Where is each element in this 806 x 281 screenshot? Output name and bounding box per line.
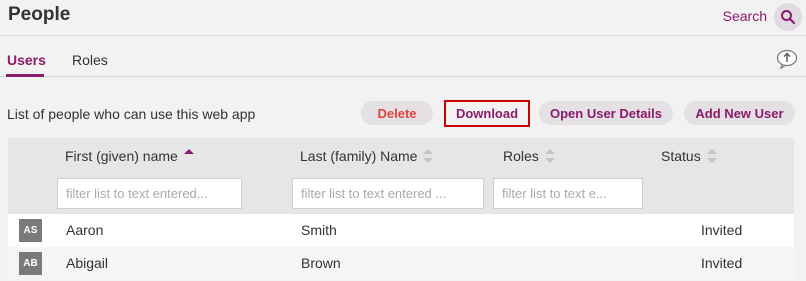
last-name-cell: Brown [301, 255, 341, 271]
search-button[interactable] [774, 3, 802, 31]
column-header-label: Last (family) Name [300, 148, 418, 164]
table-row[interactable]: AB Abigail Brown Invited [8, 247, 794, 280]
column-header-last-name[interactable]: Last (family) Name [300, 148, 434, 164]
search-icon [781, 10, 796, 25]
list-caption: List of people who can use this web app [7, 106, 256, 122]
upload-button[interactable] [776, 49, 798, 69]
roles-filter-input[interactable] [493, 178, 643, 209]
sort-neutral-icon [423, 149, 434, 163]
column-header-first-name[interactable]: First (given) name [65, 148, 194, 164]
last-name-cell: Smith [301, 222, 337, 238]
sort-neutral-icon [706, 149, 717, 163]
tab-users[interactable]: Users [7, 52, 46, 68]
delete-button[interactable]: Delete [361, 101, 433, 125]
active-tab-indicator [6, 74, 44, 77]
table-header: First (given) name Last (family) Name Ro… [8, 138, 794, 214]
last-name-filter-input[interactable] [292, 178, 484, 209]
search-label[interactable]: Search [723, 8, 767, 24]
first-name-filter-input[interactable] [57, 178, 242, 209]
column-header-label: Status [661, 148, 701, 164]
first-name-cell: Abigail [66, 255, 109, 271]
tab-bar: Users Roles [0, 37, 806, 77]
open-user-details-button[interactable]: Open User Details [539, 101, 673, 125]
download-button[interactable]: Download [444, 100, 530, 127]
table-row[interactable]: AS Aaron Smith Invited [8, 214, 794, 247]
first-name-cell: Aaron [66, 222, 104, 238]
page-title: People [8, 4, 71, 25]
avatar: AS [19, 219, 42, 242]
upload-icon [776, 49, 798, 69]
tab-roles[interactable]: Roles [72, 52, 108, 68]
column-header-status[interactable]: Status [661, 148, 717, 164]
column-header-label: First (given) name [65, 148, 178, 164]
header-bar: People Search [0, 0, 806, 36]
add-new-user-button[interactable]: Add New User [684, 101, 795, 125]
avatar: AB [19, 252, 42, 275]
sort-neutral-icon [544, 149, 555, 163]
sort-ascending-icon [183, 149, 194, 163]
status-cell: Invited [701, 255, 743, 271]
status-cell: Invited [701, 222, 743, 238]
column-header-label: Roles [503, 148, 539, 164]
column-header-roles[interactable]: Roles [503, 148, 555, 164]
